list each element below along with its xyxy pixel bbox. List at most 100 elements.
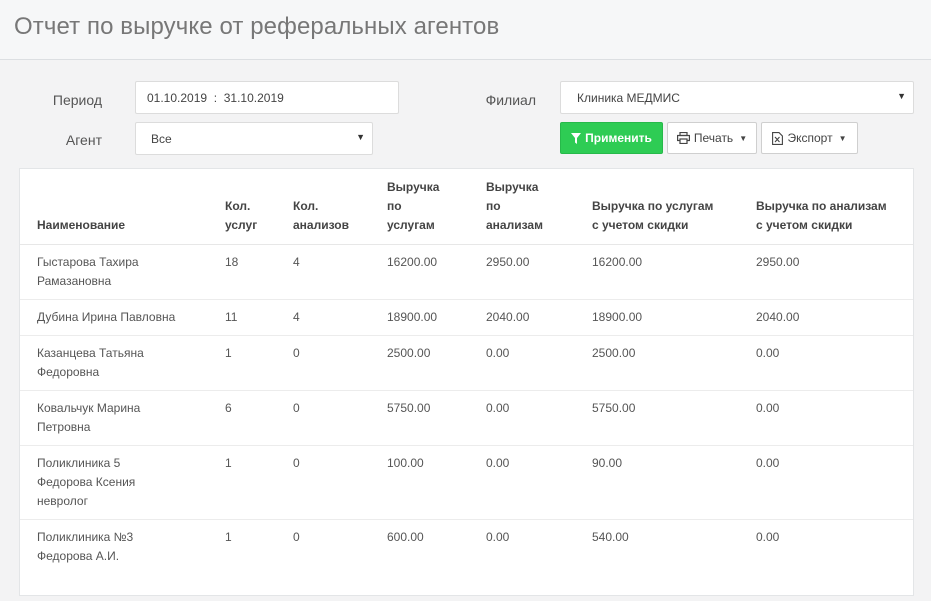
report-table: Наименование Кол. услуг Кол. анализов Выручка… <box>20 169 913 574</box>
rev-analyses-cell: 0.00 <box>486 530 510 544</box>
rev-analyses-disc-cell: 0.00 <box>748 335 913 391</box>
agent-name-cell: Казанцева Татьяна Федоровна <box>20 335 217 391</box>
agent-name-line: Дубина Ирина Павловна <box>37 310 176 324</box>
rev-analyses-disc-cell: 0.00 <box>748 390 913 446</box>
branch-value: Клиника МЕДМИС <box>577 91 680 105</box>
table-row: Поликлиника №3 Федорова А.И. 1 0 600.00 0.00 5… <box>20 520 913 575</box>
print-button-label: Печать <box>693 131 734 145</box>
export-button-label: Экспорт <box>787 131 833 145</box>
branch-select[interactable]: Клиника МЕДМИС ▼ <box>560 81 914 114</box>
col-analyses-header: Кол. анализов <box>285 169 379 245</box>
agent-name-line: Федоровна <box>37 365 100 379</box>
agent-name-line: Ковальчук Марина <box>37 401 141 415</box>
rev-analyses-disc-cell: 0.00 <box>748 445 913 520</box>
rev-analyses-disc-cell: 0.00 <box>756 530 780 544</box>
rev-services-disc-cell: 90.00 <box>584 445 748 520</box>
header-line: Кол. <box>225 199 251 213</box>
rev-analyses-cell: 0.00 <box>478 335 584 391</box>
rev-services-disc-cell: 2500.00 <box>584 335 748 391</box>
page-title: Отчет по выручке от реферальных агентов <box>14 13 500 40</box>
agent-name-line: Поликлиника 5 <box>37 456 121 470</box>
rev-services-disc-cell: 540.00 <box>592 530 629 544</box>
rev-analyses-cell: 0.00 <box>478 445 584 520</box>
agent-name-line: Петровна <box>37 420 91 434</box>
header-line: анализам <box>486 218 543 232</box>
rev-services-disc-cell: 16200.00 <box>584 244 748 300</box>
filter-icon <box>571 132 582 144</box>
col-rev-services-disc-header: Выручка по услугам с учетом скидки <box>584 169 748 245</box>
table-row: Ковальчук Марина Петровна 6 0 5750.00 0.00 575… <box>20 390 913 446</box>
header-line: Кол. <box>293 199 319 213</box>
agent-name-line: Поликлиника №3 <box>37 530 134 544</box>
agent-select[interactable]: Все ▼ <box>135 122 373 155</box>
agent-name-line: Федорова А.И. <box>37 549 120 563</box>
period-value: 01.10.2019 : 31.10.2019 <box>147 91 284 105</box>
rev-services-cell: 100.00 <box>379 445 478 520</box>
table-row: Гыстарова Тахира Рамазановна 18 4 16200.00 29… <box>20 244 913 300</box>
rev-analyses-disc-cell: 2040.00 <box>748 299 913 336</box>
apply-button-label: Применить <box>585 131 652 145</box>
agent-name-line: Федорова Ксения <box>37 475 136 489</box>
services-cell: 18 <box>217 244 285 300</box>
agent-name-cell: Поликлиника №3 Федорова А.И. <box>20 520 217 575</box>
caret-down-icon: ▼ <box>838 133 847 143</box>
rev-analyses-cell: 0.00 <box>478 390 584 446</box>
services-cell: 1 <box>225 530 232 544</box>
agent-name-cell: Дубина Ирина Павловна <box>20 299 217 336</box>
table-row: Поликлиника 5 Федорова Ксения невролог 1 0 10… <box>20 445 913 520</box>
analyses-cell: 0 <box>293 530 300 544</box>
analyses-cell: 0 <box>285 335 379 391</box>
header-line: услугам <box>387 218 435 232</box>
apply-button[interactable]: Применить <box>560 122 663 154</box>
branch-label: Филиал <box>485 92 536 108</box>
header-line: с учетом скидки <box>592 218 689 232</box>
col-services-header: Кол. услуг <box>217 169 285 245</box>
analyses-cell: 4 <box>285 299 379 336</box>
rev-services-cell: 2500.00 <box>379 335 478 391</box>
agent-name-line: Рамазановна <box>37 274 112 288</box>
printer-icon <box>676 132 690 144</box>
rev-services-disc-cell: 5750.00 <box>584 390 748 446</box>
rev-services-cell: 18900.00 <box>379 299 478 336</box>
chevron-down-icon: ▼ <box>897 91 906 101</box>
header-line: анализов <box>293 218 349 232</box>
chevron-down-icon: ▼ <box>356 132 365 142</box>
header-line: Наименование <box>37 218 126 232</box>
period-label: Период <box>52 92 102 108</box>
col-rev-analyses-disc-header: Выручка по анализам с учетом скидки <box>748 169 913 245</box>
agent-name-cell: Поликлиника 5 Федорова Ксения невролог <box>20 445 217 520</box>
header-line: по <box>486 199 501 213</box>
header-line: Выручка <box>486 180 539 194</box>
col-rev-services-header: Выручка по услугам <box>379 169 478 245</box>
rev-services-disc-cell: 18900.00 <box>584 299 748 336</box>
agent-name-line: Гыстарова Тахира <box>37 255 139 269</box>
rev-services-cell: 600.00 <box>387 530 424 544</box>
analyses-cell: 4 <box>285 244 379 300</box>
rev-services-cell: 16200.00 <box>379 244 478 300</box>
header-line: услуг <box>225 218 258 232</box>
header-line: Выручка по анализам <box>756 199 887 213</box>
period-input[interactable]: 01.10.2019 : 31.10.2019 <box>135 81 399 114</box>
col-rev-analyses-header: Выручка по анализам <box>478 169 584 245</box>
agent-label: Агент <box>65 132 102 148</box>
agent-name-line: Казанцева Татьяна <box>37 346 144 360</box>
table-header-row: Наименование Кол. услуг Кол. анализов Выручка… <box>20 169 913 245</box>
export-button[interactable]: Экспорт ▼ <box>761 122 858 154</box>
excel-file-icon <box>772 131 784 145</box>
col-name-header: Наименование <box>20 169 217 245</box>
print-button[interactable]: Печать ▼ <box>667 122 757 154</box>
rev-services-cell: 5750.00 <box>379 390 478 446</box>
table-body: Гыстарова Тахира Рамазановна 18 4 16200.00 29… <box>20 244 913 575</box>
analyses-cell: 0 <box>285 390 379 446</box>
rev-analyses-cell: 2950.00 <box>478 244 584 300</box>
header-line: Выручка <box>387 180 440 194</box>
header-line: по <box>387 199 402 213</box>
services-cell: 1 <box>217 445 285 520</box>
agent-name-cell: Ковальчук Марина Петровна <box>20 390 217 446</box>
report-panel: Наименование Кол. услуг Кол. анализов Выручка… <box>19 168 914 596</box>
agent-name-line: невролог <box>37 494 88 508</box>
table-row: Дубина Ирина Павловна 11 4 18900.00 2040.00 1… <box>20 299 913 336</box>
services-cell: 1 <box>217 335 285 391</box>
table-row: Казанцева Татьяна Федоровна 1 0 2500.00 0.00 2… <box>20 335 913 391</box>
services-cell: 11 <box>217 299 285 336</box>
